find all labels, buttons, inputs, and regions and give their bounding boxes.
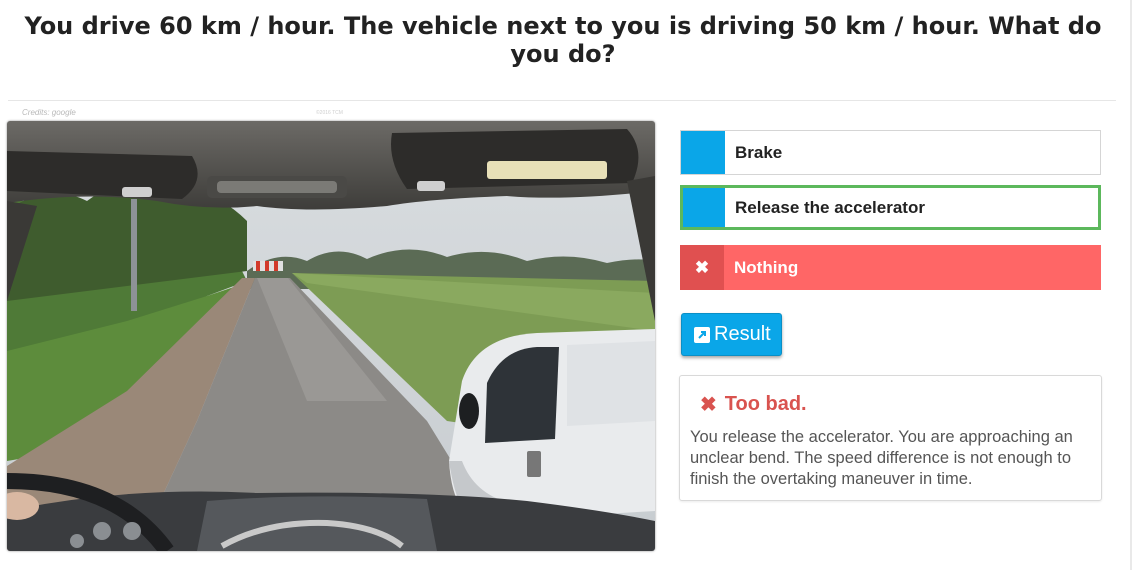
scrollbar-edge (1130, 0, 1132, 570)
answer-option-nothing[interactable]: ✖ Nothing (680, 245, 1101, 290)
answer-label: Release the accelerator (735, 197, 925, 217)
result-button[interactable]: Result (681, 313, 782, 356)
answer-marker: ✖ (680, 245, 724, 290)
answer-label: Nothing (734, 257, 799, 277)
result-button-label: Result (714, 323, 771, 345)
divider (8, 100, 1116, 101)
close-icon: ✖ (694, 257, 710, 277)
answer-label: Brake (735, 142, 783, 162)
external-link-icon (694, 326, 710, 343)
question-title: You drive 60 km / hour. The vehicle next… (24, 12, 1102, 68)
feedback-text: You release the accelerator. You are app… (690, 428, 1073, 488)
image-credits: Credits: google (22, 108, 76, 117)
scenario-photo (7, 121, 655, 551)
feedback-title: ✖ Too bad. (700, 392, 807, 417)
answer-option-release-accelerator[interactable]: Release the accelerator (680, 185, 1101, 230)
answer-marker (681, 131, 725, 174)
close-icon: ✖ (700, 394, 717, 416)
feedback-title-text: Too bad. (724, 393, 807, 415)
answer-option-brake[interactable]: Brake (680, 130, 1101, 175)
answer-marker (683, 188, 725, 227)
image-watermark: ©2016 TCM (316, 110, 343, 116)
feedback-panel: ✖ Too bad. You release the accelerator. … (679, 375, 1102, 501)
